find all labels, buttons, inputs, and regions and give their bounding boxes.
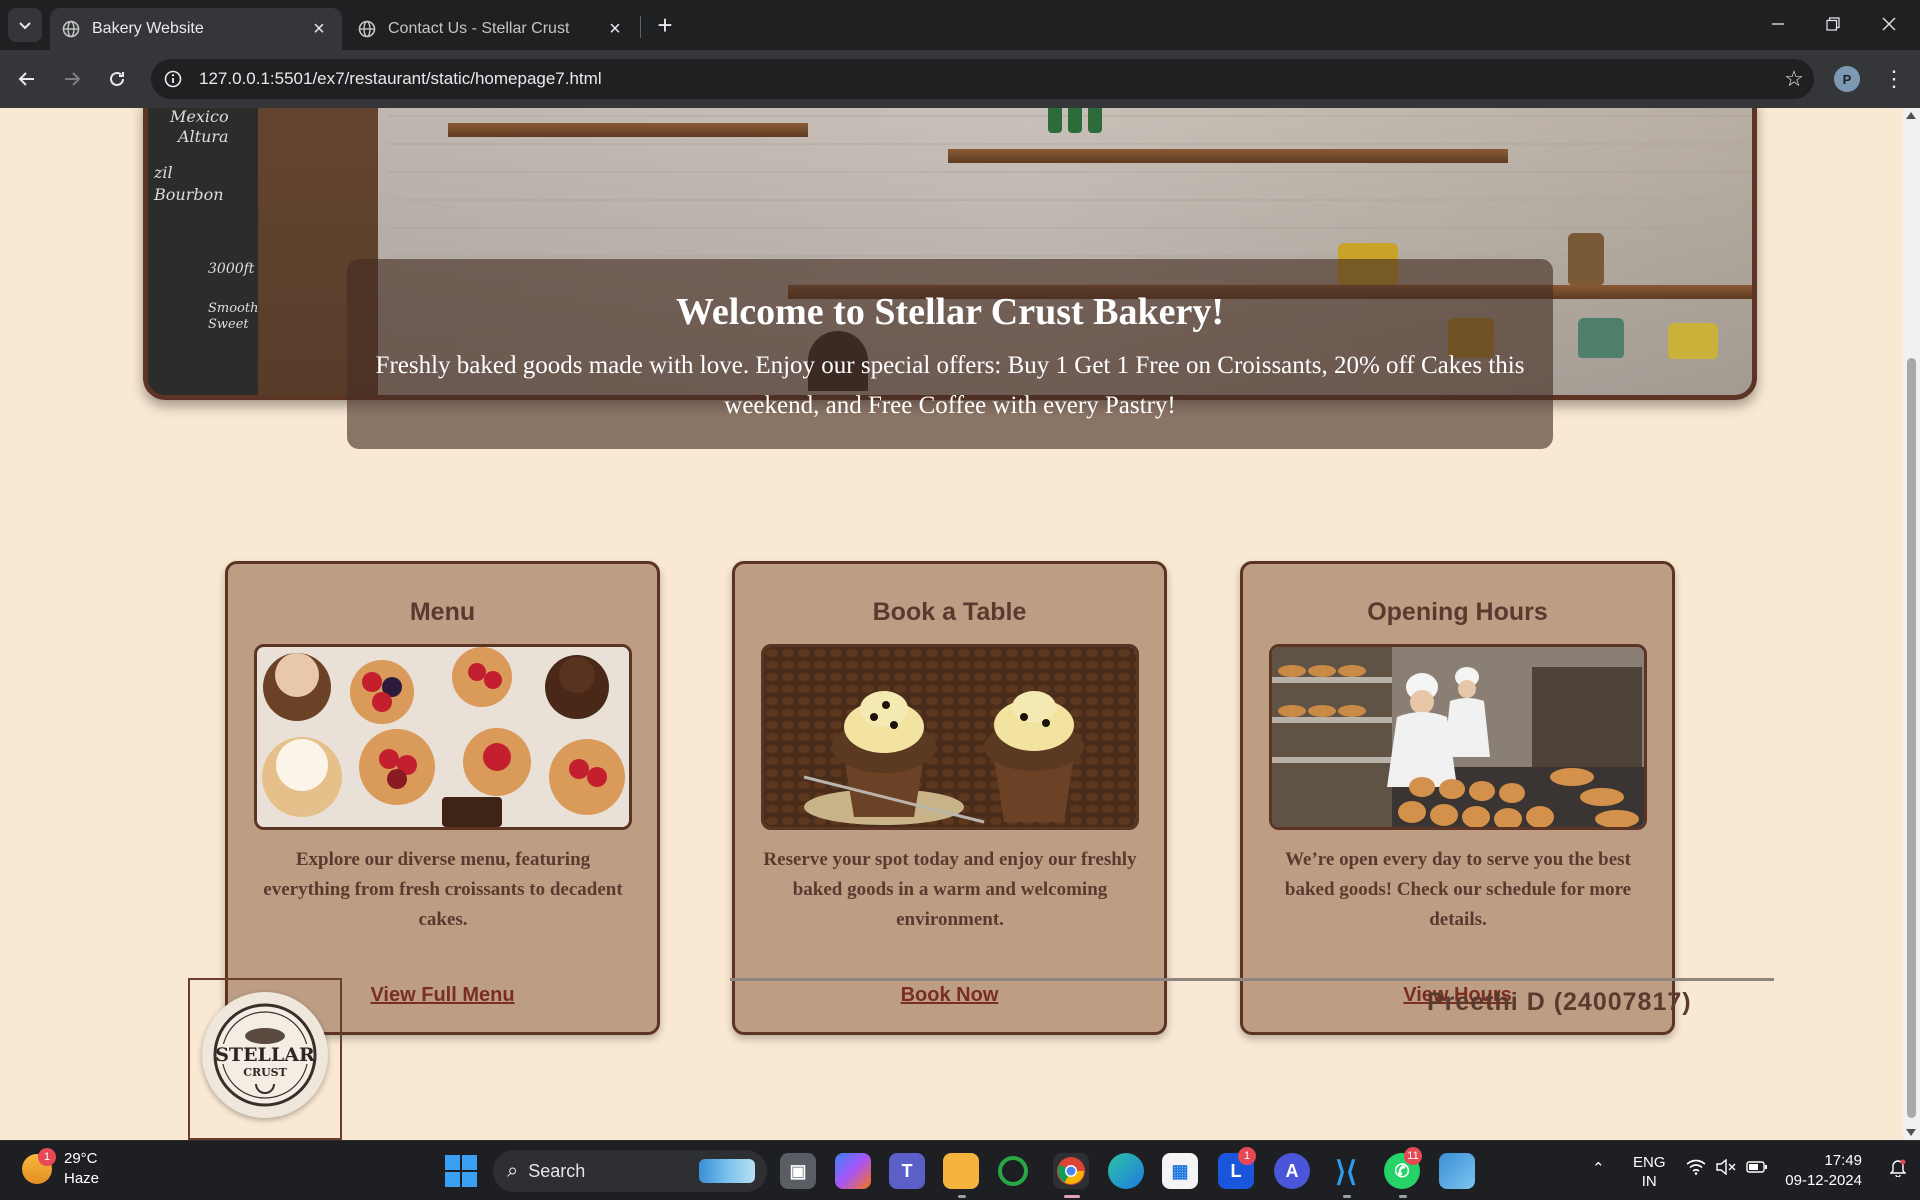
svg-text:STELLAR: STELLAR [215,1044,315,1066]
windows-logo-icon [445,1155,460,1170]
speaker-muted-icon[interactable] [1716,1158,1736,1180]
browser-toolbar: 127.0.0.1:5501/ex7/restaurant/static/hom… [0,50,1920,108]
tab-separator [640,16,641,38]
language-indicator[interactable]: ENG IN [1633,1153,1666,1191]
tab-title: Bakery Website [92,20,204,37]
search-label: Search [528,1160,586,1181]
weather-badge: 1 [38,1148,56,1166]
system-clock[interactable]: 17:49 09-12-2024 [1785,1151,1862,1191]
restore-icon [1826,17,1840,31]
menu-card: Menu Explore our diverse menu, featuring… [225,561,660,1035]
minimize-icon [1772,23,1784,25]
copilot-icon[interactable] [835,1153,871,1189]
file-explorer-icon[interactable] [943,1153,979,1189]
search-highlight-icon [699,1159,755,1183]
store-icon[interactable]: ▦ [1162,1153,1198,1189]
card-description: Explore our diverse menu, featuring ever… [263,849,623,930]
footer-author: Preethi D (24007817) [1427,988,1692,1016]
close-icon[interactable]: × [308,18,330,40]
start-button[interactable] [445,1155,477,1187]
pastries-image [254,644,632,830]
task-view-icon[interactable]: ▣ [780,1153,816,1189]
footer-divider [730,978,1774,981]
reload-icon [110,71,124,86]
scrollbar-thumb[interactable] [1907,358,1916,1118]
scroll-down-icon[interactable] [1906,1129,1916,1136]
menu-dots-icon[interactable]: ⋮ [1880,64,1908,94]
hero-chalkboard: Mexico Altura zil Bourbon 3000ft Smooth … [148,108,258,395]
book-now-link[interactable]: Book Now [735,984,1164,1007]
windows-taskbar: 1 29°C Haze ⌕ Search ▣ T ▦ L 1 A ⟩⟨ ✆ 11… [0,1140,1920,1200]
hero-title: Welcome to Stellar Crust Bakery! [675,291,1225,333]
vscode-icon[interactable]: ⟩⟨ [1328,1153,1364,1189]
tab-title: Contact Us - Stellar Crust [388,20,570,37]
close-icon [1882,17,1896,31]
clock-date: 09-12-2024 [1785,1172,1862,1189]
notification-bell-icon[interactable] [1889,1159,1907,1182]
scroll-up-icon[interactable] [1906,112,1916,119]
footer-logo: STELLAR CRUST [188,978,342,1140]
hero-offers-text: Freshly baked goods made with love. Enjo… [375,352,1525,419]
card-title: Book a Table [872,598,1027,626]
weather-icon: 1 [22,1148,56,1184]
back-button[interactable] [11,63,43,95]
photos-icon[interactable] [1439,1153,1475,1189]
card-description: Reserve your spot today and enjoy our fr… [763,849,1137,930]
language-code: ENG [1633,1154,1666,1171]
arrow-right-icon [65,72,81,86]
card-description: We’re open every day to serve you the be… [1284,849,1632,930]
arrow-left-icon [18,72,34,86]
tab-search-button[interactable] [8,8,42,42]
bookmark-star-icon[interactable]: ☆ [1774,59,1814,99]
weather-desc: Haze [64,1170,100,1187]
opening-hours-card: Opening Hours We’re open every day to se… [1240,561,1675,1035]
site-info-icon[interactable] [153,59,193,99]
globe-icon [62,20,80,38]
close-window-button[interactable] [1866,6,1912,42]
tab-bakery-website[interactable]: Bakery Website × [50,8,342,50]
ai-app-icon[interactable]: A [1274,1153,1310,1189]
reload-button[interactable] [101,63,133,95]
l-app-badge: 1 [1238,1147,1256,1165]
chrome-icon[interactable] [1053,1153,1089,1189]
url-text[interactable]: 127.0.0.1:5501/ex7/restaurant/static/hom… [199,69,1774,89]
svg-text:CRUST: CRUST [243,1066,287,1079]
wifi-icon[interactable] [1686,1159,1706,1180]
weather-temp: 29°C [64,1150,98,1167]
minimize-button[interactable] [1755,6,1801,42]
page-scrollbar[interactable] [1903,108,1920,1140]
weather-widget[interactable]: 1 29°C Haze [22,1148,100,1189]
search-icon: ⌕ [507,1159,519,1182]
forward-button[interactable] [56,63,88,95]
card-title: Opening Hours [1367,598,1548,626]
edge-icon[interactable] [1108,1153,1144,1189]
chevron-up-icon[interactable]: ⌃ [1592,1159,1605,1178]
region-code: IN [1641,1173,1657,1190]
address-bar[interactable]: 127.0.0.1:5501/ex7/restaurant/static/hom… [151,59,1814,99]
chevron-down-icon [19,22,31,30]
bakers-image [1269,644,1647,830]
tab-contact-us[interactable]: Contact Us - Stellar Crust × [346,8,638,50]
close-icon[interactable]: × [604,18,626,40]
book-table-card: Book a Table Reserve your spot today and… [732,561,1167,1035]
whatsapp-badge: 11 [1404,1147,1422,1165]
teams-icon[interactable]: T [889,1153,925,1189]
profile-avatar[interactable]: P [1834,66,1860,92]
globe-icon [358,20,376,38]
new-tab-button[interactable]: + [650,10,680,40]
clock-time: 17:49 [1824,1152,1862,1169]
card-title: Menu [409,598,476,626]
cupcakes-image [761,644,1139,830]
page-content: Mexico Altura zil Bourbon 3000ft Smooth … [0,108,1920,1140]
stellar-crust-logo: STELLAR CRUST [202,992,328,1118]
sync-app-icon[interactable] [998,1156,1028,1186]
restore-button[interactable] [1810,6,1856,42]
taskbar-search[interactable]: ⌕ Search [493,1150,767,1192]
tab-strip: Bakery Website × Contact Us - Stellar Cr… [0,0,1920,50]
battery-icon[interactable] [1746,1159,1768,1180]
